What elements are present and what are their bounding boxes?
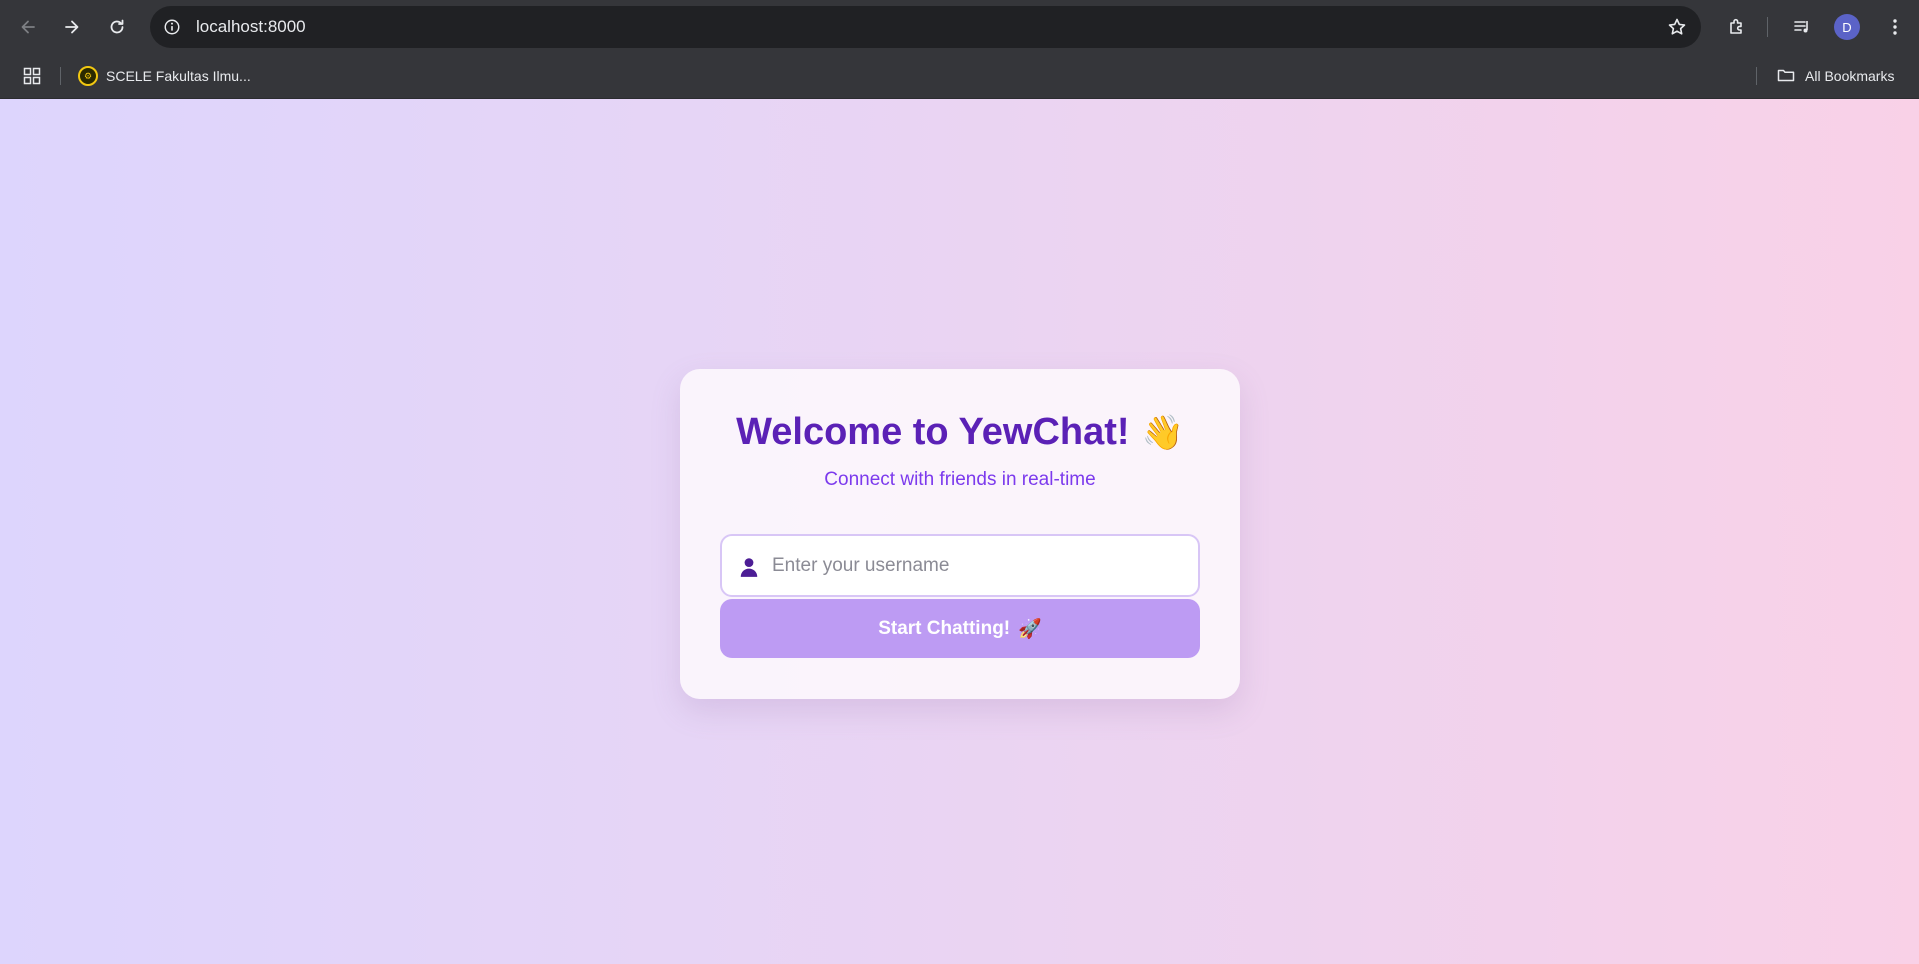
waving-hand-icon: 👋 xyxy=(1141,414,1184,452)
all-bookmarks-label: All Bookmarks xyxy=(1805,68,1895,84)
media-control-icon[interactable] xyxy=(1787,12,1817,42)
back-icon[interactable] xyxy=(13,12,43,42)
toolbar-divider xyxy=(1767,17,1768,37)
forward-icon[interactable] xyxy=(57,12,87,42)
reload-icon[interactable] xyxy=(102,12,132,42)
login-card: Welcome to YewChat! 👋 Connect with friend… xyxy=(680,369,1240,699)
bookmarks-divider xyxy=(60,67,61,85)
bookmarks-divider xyxy=(1756,67,1757,85)
start-chatting-button[interactable]: Start Chatting! 🚀 xyxy=(720,599,1200,658)
site-info-icon[interactable] xyxy=(160,15,184,39)
rocket-icon: 🚀 xyxy=(1018,618,1042,640)
folder-icon xyxy=(1776,65,1796,88)
page-subtitle: Connect with friends in real-time xyxy=(824,469,1096,490)
profile-avatar[interactable]: D xyxy=(1834,14,1860,40)
page-title: Welcome to YewChat! 👋 xyxy=(680,411,1240,454)
bookmark-scele[interactable]: ⚙ SCELE Fakultas Ilmu... xyxy=(78,62,251,90)
url-text[interactable]: localhost:8000 xyxy=(196,17,306,37)
title-text: Welcome to YewChat! xyxy=(736,411,1130,453)
scele-favicon-icon: ⚙ xyxy=(78,66,98,86)
browser-toolbar: localhost:8000 D xyxy=(0,0,1919,53)
bookmark-label: SCELE Fakultas Ilmu... xyxy=(106,68,251,84)
username-input[interactable] xyxy=(772,536,1192,595)
kebab-menu-icon[interactable] xyxy=(1880,12,1910,42)
extensions-icon[interactable] xyxy=(1722,12,1752,42)
user-icon xyxy=(738,556,760,578)
bookmarks-bar: ⚙ SCELE Fakultas Ilmu... All Bookmarks xyxy=(0,53,1919,99)
bookmark-star-icon[interactable] xyxy=(1665,15,1689,39)
address-bar[interactable]: localhost:8000 xyxy=(150,6,1701,48)
username-field[interactable] xyxy=(720,534,1200,597)
start-button-label: Start Chatting! xyxy=(878,617,1011,639)
all-bookmarks-button[interactable]: All Bookmarks xyxy=(1776,62,1894,90)
apps-grid-icon[interactable] xyxy=(20,64,44,88)
page-viewport: Welcome to YewChat! 👋 Connect with friend… xyxy=(0,99,1919,964)
